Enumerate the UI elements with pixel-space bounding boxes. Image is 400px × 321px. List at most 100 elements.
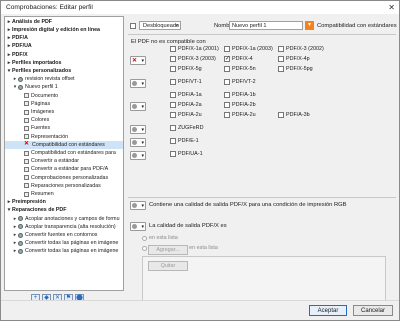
checkbox[interactable] xyxy=(224,66,230,72)
tree-item[interactable]: ▸ PDF/X xyxy=(5,51,123,59)
checkbox[interactable] xyxy=(224,79,230,85)
standard-checkbox[interactable]: PDF/A-2b xyxy=(224,102,256,108)
remove-button[interactable]: Quitar xyxy=(148,261,188,271)
tree-item[interactable]: ✕ Compatibilidad con estándares xyxy=(5,141,123,149)
standard-checkbox[interactable]: PDF/E-1 xyxy=(170,138,199,144)
checkbox[interactable] xyxy=(170,56,176,62)
radio-button[interactable] xyxy=(142,235,147,241)
output-intent-selector[interactable]: ▾ xyxy=(130,201,146,210)
standard-checkbox[interactable]: PDF/X-1a (2001) xyxy=(170,46,219,52)
tree-item[interactable]: ▸ Perfiles importados xyxy=(5,59,123,67)
tree-item[interactable]: Comprobaciones personalizadas xyxy=(5,174,123,182)
profile-options-icon[interactable]: ▾ xyxy=(305,21,314,30)
severity-selector-group[interactable]: ▾ xyxy=(130,138,146,147)
standard-checkbox[interactable]: PDF/UA-1 xyxy=(170,151,203,157)
tree-item[interactable]: Páginas xyxy=(5,100,123,108)
tree-item[interactable]: ▸ PDF/UA xyxy=(5,43,123,51)
standard-checkbox[interactable]: PDF/X-5pg xyxy=(278,66,313,72)
tree-item[interactable]: ▸ Análisis de PDF xyxy=(5,18,123,26)
radio-button[interactable] xyxy=(142,245,147,251)
tree-item[interactable]: ▸ Impresión digital y edición en línea xyxy=(5,26,123,34)
tree-item[interactable]: Reparaciones personalizadas xyxy=(5,182,123,190)
standard-checkbox[interactable]: ZUGFeRD xyxy=(170,125,203,131)
tree-item[interactable]: Fuentes xyxy=(5,125,123,133)
profile-tree[interactable]: ▸ Análisis de PDF ▸ Impresión digital y edi… xyxy=(4,16,124,291)
standard-checkbox[interactable]: PDF/X-5g xyxy=(170,66,202,72)
severity-selector[interactable]: ▾ xyxy=(130,102,146,111)
checkbox[interactable] xyxy=(278,66,284,72)
tree-item[interactable]: Imágenes xyxy=(5,108,123,116)
tree-item[interactable]: Representación xyxy=(5,133,123,141)
checkbox[interactable] xyxy=(170,151,176,157)
standard-checkbox[interactable]: PDF/X-4p xyxy=(278,56,310,62)
standard-checkbox[interactable]: PDF/A-2u xyxy=(224,112,256,118)
checkbox[interactable] xyxy=(278,56,284,62)
severity-selector[interactable]: ▾ xyxy=(130,79,146,88)
standard-checkbox[interactable]: PDF/X-4 xyxy=(224,55,253,62)
checkbox[interactable] xyxy=(224,112,230,118)
standard-checkbox[interactable]: PDF/X-3 (2002) xyxy=(278,46,324,52)
severity-selector-group[interactable]: ▾ xyxy=(130,102,146,111)
standard-checkbox[interactable]: PDF/A-2u xyxy=(170,112,202,118)
severity-selector[interactable]: ▾ xyxy=(130,201,146,210)
checkbox[interactable] xyxy=(170,112,176,118)
severity-selector[interactable]: ▾ xyxy=(130,125,146,134)
accept-button[interactable]: Aceptar xyxy=(309,305,347,316)
tree-item[interactable]: Resumen xyxy=(5,190,123,198)
severity-selector-group[interactable]: ▾ xyxy=(130,125,146,134)
standard-checkbox[interactable]: PDF/A-1b xyxy=(224,92,256,98)
tree-item[interactable]: ▾ Reparaciones de PDF xyxy=(5,207,123,215)
standard-checkbox[interactable]: PDF/VT-2 xyxy=(224,79,256,85)
tree-item[interactable]: Convertir a estándar para PDF/A xyxy=(5,166,123,174)
standard-checkbox[interactable]: PDF/A-3b xyxy=(278,112,310,118)
checkbox[interactable] xyxy=(170,92,176,98)
severity-selector[interactable]: ▾ xyxy=(130,138,146,147)
checkbox[interactable] xyxy=(170,125,176,131)
lock-checkbox[interactable] xyxy=(130,23,136,29)
checkbox[interactable] xyxy=(224,55,230,62)
standard-checkbox[interactable]: PDF/VT-1 xyxy=(170,79,202,85)
tree-item[interactable]: Compatibilidad con estándares para xyxy=(5,149,123,157)
standard-checkbox[interactable]: PDF/X-5n xyxy=(224,66,256,72)
standard-checkbox[interactable]: PDF/X-3 (2003) xyxy=(170,56,216,62)
tree-item[interactable]: ▸ PDF/A xyxy=(5,34,123,42)
standard-checkbox[interactable]: PDF/A-2a xyxy=(170,102,202,108)
tree-item[interactable]: Convertir a estándar xyxy=(5,157,123,165)
radio-in-list[interactable]: en esta lista xyxy=(142,235,178,241)
tree-item[interactable]: ▸ Preimpresión xyxy=(5,198,123,206)
checkbox[interactable] xyxy=(170,138,176,144)
checkbox[interactable] xyxy=(170,46,176,52)
checkbox[interactable] xyxy=(170,66,176,72)
cancel-button[interactable]: Cancelar xyxy=(353,305,393,316)
tree-item[interactable]: ▸ Convertir fuentes en contornos xyxy=(5,231,123,239)
tree-item[interactable]: ▸ revision revista offset xyxy=(5,75,123,83)
checkbox[interactable] xyxy=(170,102,176,108)
checkbox[interactable] xyxy=(170,79,176,85)
checkbox[interactable] xyxy=(224,46,230,52)
severity-selector[interactable]: ✕ ▾ xyxy=(130,56,146,65)
add-button[interactable]: Agregar... xyxy=(148,245,188,255)
checkbox[interactable] xyxy=(224,102,230,108)
severity-selector[interactable]: ▾ xyxy=(130,151,146,160)
tree-item[interactable]: ▸ Convertir todas las páginas en imágene xyxy=(5,248,123,256)
output-condition-selector[interactable]: ▾ xyxy=(130,222,146,231)
checkbox[interactable] xyxy=(278,112,284,118)
tree-item[interactable]: ▾ Perfiles personalizados xyxy=(5,67,123,75)
severity-selector[interactable]: ▾ xyxy=(130,222,146,231)
standard-checkbox[interactable]: PDF/A-1a xyxy=(170,92,202,98)
close-icon[interactable]: ✕ xyxy=(388,3,395,12)
standard-checkbox[interactable]: PDF/X-1a (2003) xyxy=(224,46,273,52)
severity-selector-group[interactable]: ▾ xyxy=(130,79,146,88)
severity-selector-group[interactable]: ▾ xyxy=(130,151,146,160)
tree-item[interactable]: Colores xyxy=(5,116,123,124)
tree-item[interactable]: ▸ Acoplar anotaciones y campos de formu xyxy=(5,215,123,223)
tree-item[interactable]: ▸ Convertir todas las páginas en imágene xyxy=(5,239,123,247)
tree-item[interactable]: Documento xyxy=(5,92,123,100)
tree-item[interactable]: ▸ Acoplar transparencia (alta resolución) xyxy=(5,223,123,231)
lock-status-dropdown[interactable]: Desbloqueado ▾ xyxy=(139,21,181,30)
profile-name-input[interactable]: Nuevo perfil 1 xyxy=(229,21,303,30)
severity-selector-group[interactable]: ✕ ▾ xyxy=(130,56,146,65)
checkbox[interactable] xyxy=(278,46,284,52)
tree-item[interactable]: ▾ Nuevo perfil 1 xyxy=(5,84,123,92)
checkbox[interactable] xyxy=(224,92,230,98)
